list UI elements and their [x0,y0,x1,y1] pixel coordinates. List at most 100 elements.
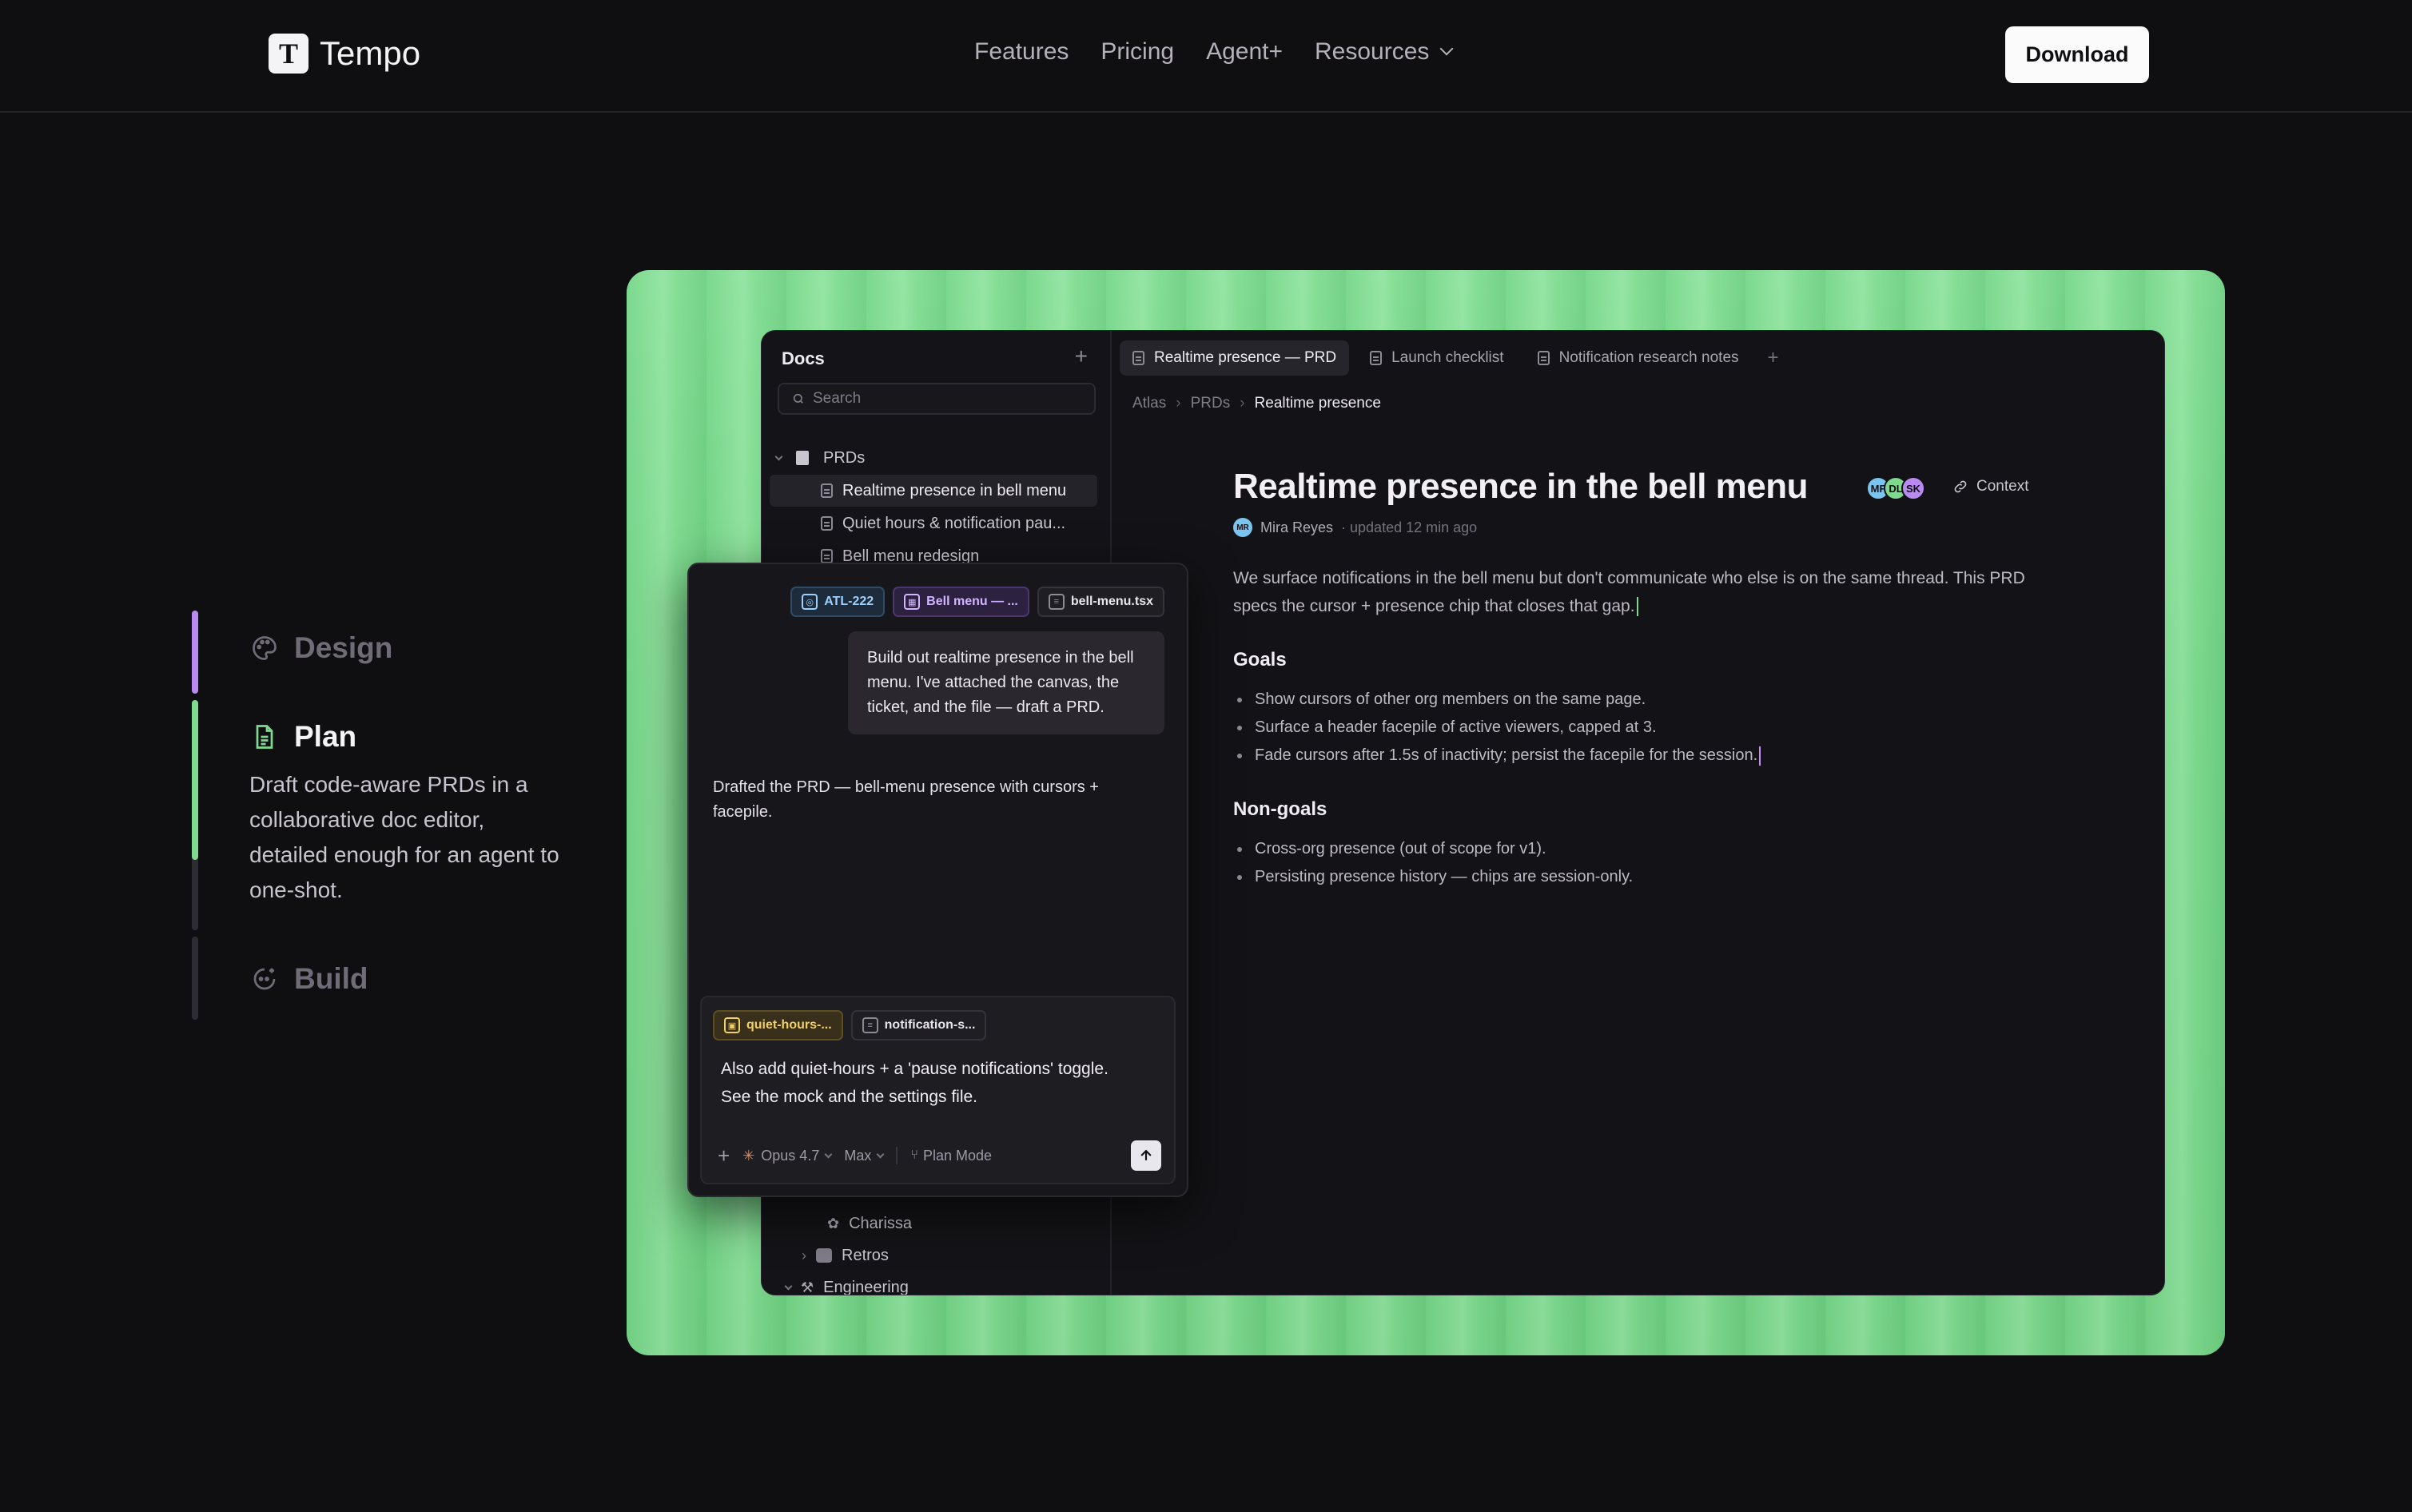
model-label: Opus 4.7 [761,1147,820,1164]
tab-notification-research-notes[interactable]: Notification research notes [1525,340,1752,376]
prd-document[interactable]: Realtime presence in the bell menu MF DL… [1233,467,2072,891]
list-item[interactable]: Persisting presence history — chips are … [1233,863,2072,891]
list-item[interactable]: Surface a header facepile of active view… [1233,714,2072,742]
chevron-down-icon [1439,42,1454,56]
effort-selector[interactable]: Max [844,1147,885,1164]
sidebar-item-label: Engineering [823,1278,909,1295]
chip-label: quiet-hours-... [746,1018,832,1032]
avatar: MR [1233,518,1252,537]
effort-label: Max [844,1147,872,1164]
step-design-title: Design [294,631,393,664]
sidebar-title: Docs [782,348,825,368]
sparkle-icon [249,964,280,994]
tab-launch-checklist[interactable]: Launch checklist [1357,340,1516,376]
file-chip[interactable]: ≡ bell-menu.tsx [1037,587,1164,617]
search-icon [793,393,803,404]
nav-features-link[interactable]: Features [974,38,1069,66]
main-nav: Features Pricing Agent+ Resources [974,38,1454,66]
context-chips: ◎ ATL-222 ▦ Bell menu — ... ≡ bell-menu.… [790,587,1164,617]
chevron-down-icon [824,1150,833,1158]
doc-author: Mira Reyes [1260,519,1334,535]
step-plan[interactable]: Plan [249,720,356,754]
branch-icon: ⑂ [910,1148,918,1162]
brand-logo-link[interactable]: T Tempo [269,34,420,74]
composer-input[interactable]: Also add quiet-hours + a 'pause notifica… [721,1055,1136,1111]
step-plan-progress-bar [192,700,198,860]
image-icon: ▣ [724,1017,740,1033]
assistant-message: Drafted the PRD — bell-menu presence wit… [713,778,1099,821]
doc-title[interactable]: Realtime presence in the bell menu [1233,467,2072,507]
model-sparkle-icon: ✳ [742,1147,755,1164]
list-item[interactable]: Cross-org presence (out of scope for v1)… [1233,835,2072,863]
tools-icon: ⚒ [801,1279,814,1295]
clipboard-icon [796,451,809,465]
doc-tabs: Realtime presence — PRD Launch checklist… [1120,340,1787,376]
document-icon [1537,351,1550,365]
document-icon [1132,351,1144,365]
document-icon [1370,351,1383,365]
sidebar-item-label: Quiet hours & notification pau... [842,514,1066,532]
sidebar-item-quiet-hours[interactable]: Quiet hours & notification pau... [770,507,1097,539]
attachment-chip[interactable]: ▣ quiet-hours-... [713,1010,843,1040]
chevron-down-icon [774,452,783,460]
composer-toolbar: + ✳ Opus 4.7 Max ⑂ Plan Mode [718,1140,1161,1172]
nav-resources-dropdown[interactable]: Resources [1315,38,1454,66]
chat-composer[interactable]: ▣ quiet-hours-... ≡ notification-s... Al… [700,996,1176,1184]
sidebar-search-input[interactable]: Search [778,383,1096,415]
avatar: SK [1901,476,1925,500]
active-viewers-facepile[interactable]: MF DL SK [1866,476,1925,500]
model-selector[interactable]: ✳ Opus 4.7 [742,1147,833,1164]
goals-heading[interactable]: Goals [1233,649,2072,671]
list-item[interactable]: Fade cursors after 1.5s of inactivity; p… [1233,742,2072,770]
breadcrumb-current: Realtime presence [1254,395,1381,412]
ticket-chip[interactable]: ◎ ATL-222 [790,587,886,617]
chip-label: bell-menu.tsx [1070,595,1153,608]
document-icon [821,483,833,498]
canvas-chip[interactable]: ▦ Bell menu — ... [893,587,1029,617]
add-doc-icon[interactable]: + [1075,344,1088,369]
breadcrumb: Atlas › PRDs › Realtime presence [1132,395,1381,412]
sidebar-search-placeholder: Search [813,390,862,407]
nav-pricing-link[interactable]: Pricing [1101,38,1174,66]
plan-mode-toggle[interactable]: ⑂ Plan Mode [910,1148,992,1164]
palette-icon [249,633,280,663]
add-attachment-icon[interactable]: + [718,1144,730,1168]
tab-realtime-presence-prd[interactable]: Realtime presence — PRD [1120,340,1350,376]
sidebar-folder-engineering[interactable]: ⚒ Engineering [770,1271,1097,1295]
breadcrumb-atlas[interactable]: Atlas [1132,395,1166,412]
file-icon: ≡ [862,1017,878,1033]
nongoals-list: Cross-org presence (out of scope for v1)… [1233,835,2072,891]
doc-intro-paragraph[interactable]: We surface notifications in the bell men… [1233,564,2040,620]
tab-label: Notification research notes [1558,349,1739,366]
sidebar-item-charissa[interactable]: ✿ Charissa [770,1208,1097,1239]
new-tab-icon[interactable]: + [1760,347,1787,369]
collaborator-cursor [1636,597,1638,617]
sidebar-item-realtime-presence[interactable]: Realtime presence in bell menu [770,475,1097,507]
list-item[interactable]: Show cursors of other org members on the… [1233,686,2072,714]
step-plan-description: Draft code-aware PRDs in a collaborative… [249,772,559,902]
send-button[interactable] [1131,1140,1161,1171]
nav-agent-plus-link[interactable]: Agent+ [1206,38,1283,66]
plan-mode-label: Plan Mode [922,1147,993,1164]
attachment-chip[interactable]: ≡ notification-s... [850,1010,987,1040]
sidebar-item-label: Retros [842,1246,889,1264]
doc-intro-text: We surface notifications in the bell men… [1233,569,2025,615]
doc-meta: MR Mira Reyes · updated 12 min ago [1233,518,2072,537]
step-build[interactable]: Build [249,962,368,996]
chip-label: notification-s... [884,1018,976,1032]
sidebar-folder-retros[interactable]: › Retros [770,1239,1097,1271]
step-plan-title: Plan [294,720,357,753]
context-button[interactable]: Context [1952,478,2028,495]
tab-label: Launch checklist [1391,349,1504,366]
sidebar-folder-prds[interactable]: PRDs [774,442,1104,474]
download-button[interactable]: Download [2005,26,2149,83]
tab-label: Realtime presence — PRD [1154,349,1337,366]
goals-list: Show cursors of other org members on the… [1233,686,2072,770]
link-icon [1954,480,1967,493]
step-build-title: Build [294,962,368,995]
ticket-icon: ◎ [802,594,818,610]
breadcrumb-prds[interactable]: PRDs [1191,395,1231,412]
nav-resources-label: Resources [1315,38,1430,65]
step-design[interactable]: Design [249,631,392,665]
nongoals-heading[interactable]: Non-goals [1233,798,2072,821]
